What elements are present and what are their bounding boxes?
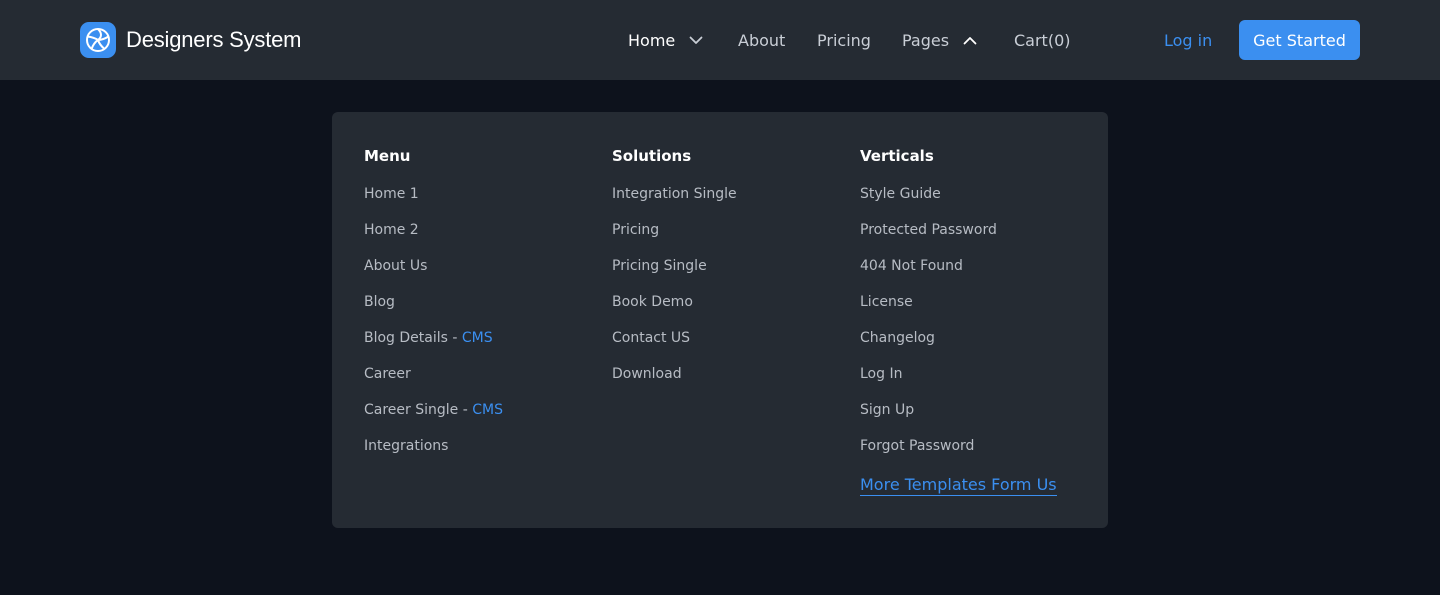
chevron-up-icon xyxy=(963,36,977,45)
solutions-link-pricing-single[interactable]: Pricing Single xyxy=(612,258,707,274)
more-templates-link[interactable]: More Templates Form Us xyxy=(860,475,1057,496)
nav-pricing-label: Pricing xyxy=(817,30,871,50)
menu-link-blog-details[interactable]: Blog Details - CMS xyxy=(364,330,493,346)
cms-badge: CMS xyxy=(461,330,493,346)
chevron-down-icon xyxy=(689,36,703,45)
verticals-link-style-guide[interactable]: Style Guide xyxy=(860,186,941,202)
solutions-link-contact-us[interactable]: Contact US xyxy=(612,330,690,346)
menu-link-blog[interactable]: Blog xyxy=(364,294,395,310)
cms-badge: CMS xyxy=(472,402,503,418)
verticals-link-forgot-password[interactable]: Forgot Password xyxy=(860,438,974,454)
brand-name: Designers System xyxy=(126,27,302,52)
aperture-icon xyxy=(80,22,116,58)
nav-item-home[interactable]: Home xyxy=(628,0,703,80)
menu-link-career-single[interactable]: Career Single - CMS xyxy=(364,402,503,418)
menu-link-about-us[interactable]: About Us xyxy=(364,258,427,274)
nav-home-label: Home xyxy=(628,30,676,50)
pages-dropdown-menu: Menu Home 1 Home 2 About Us Blog Blog De… xyxy=(332,112,1108,528)
brand-logo[interactable]: Designers System xyxy=(80,22,302,58)
nav-item-about[interactable]: About xyxy=(738,0,785,80)
verticals-link-log-in[interactable]: Log In xyxy=(860,366,902,382)
solutions-link-integration-single[interactable]: Integration Single xyxy=(612,186,737,202)
verticals-link-changelog[interactable]: Changelog xyxy=(860,330,935,346)
solutions-link-download[interactable]: Download xyxy=(612,366,682,382)
menu-link-career[interactable]: Career xyxy=(364,366,411,382)
solutions-column-heading: Solutions xyxy=(612,147,692,165)
nav-item-cart[interactable]: Cart(0) xyxy=(1014,0,1071,80)
solutions-link-pricing[interactable]: Pricing xyxy=(612,222,659,238)
nav-cart-label: Cart(0) xyxy=(1014,30,1071,50)
menu-link-career-single-label: Career Single xyxy=(364,402,459,418)
get-started-button[interactable]: Get Started xyxy=(1239,20,1360,60)
menu-column-heading: Menu xyxy=(364,147,411,165)
nav-item-pages[interactable]: Pages xyxy=(902,0,977,80)
nav-item-pricing[interactable]: Pricing xyxy=(817,0,871,80)
top-navigation-bar: Designers System Home About Pricing Page… xyxy=(0,0,1440,80)
verticals-link-404-not-found[interactable]: 404 Not Found xyxy=(860,258,963,274)
nav-about-label: About xyxy=(738,30,786,50)
menu-link-integrations[interactable]: Integrations xyxy=(364,438,448,454)
nav-pages-label: Pages xyxy=(902,30,950,50)
verticals-column-heading: Verticals xyxy=(860,147,934,165)
verticals-link-protected-password[interactable]: Protected Password xyxy=(860,222,997,238)
verticals-link-license[interactable]: License xyxy=(860,294,913,310)
menu-link-blog-details-label: Blog Details xyxy=(364,330,448,346)
menu-link-separator: - xyxy=(458,402,473,418)
verticals-link-sign-up[interactable]: Sign Up xyxy=(860,402,914,418)
menu-link-separator: - xyxy=(447,330,462,346)
login-link[interactable]: Log in xyxy=(1164,0,1212,80)
menu-link-home-1[interactable]: Home 1 xyxy=(364,186,419,202)
solutions-link-book-demo[interactable]: Book Demo xyxy=(612,294,693,310)
menu-link-home-2[interactable]: Home 2 xyxy=(364,222,419,238)
